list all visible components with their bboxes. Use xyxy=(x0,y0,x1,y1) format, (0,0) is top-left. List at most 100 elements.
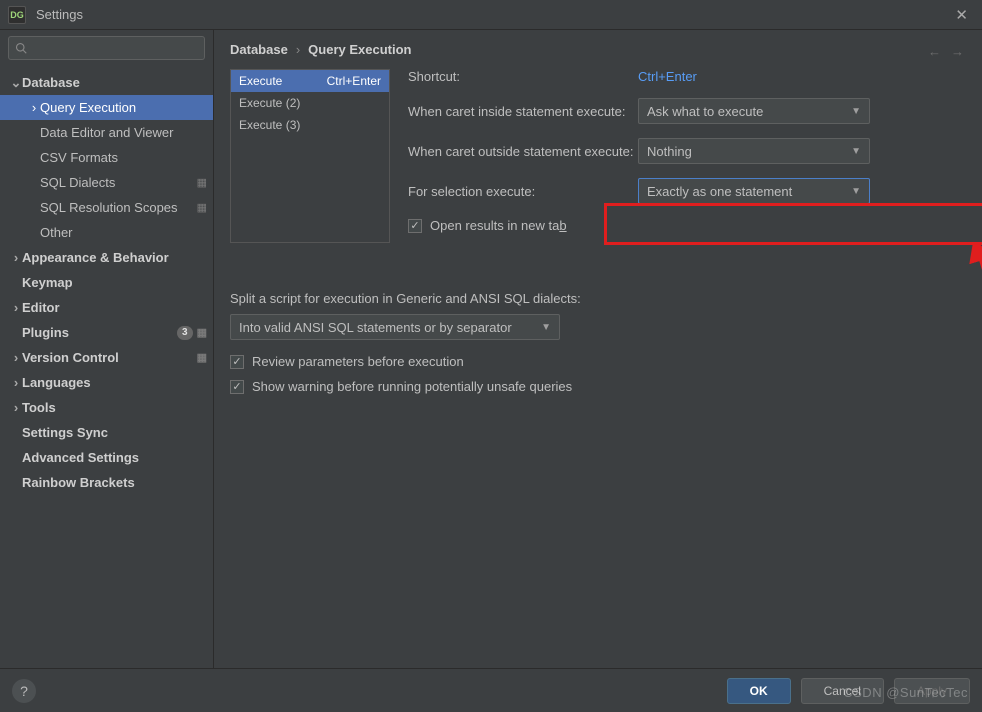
badge: 3 xyxy=(177,326,193,340)
execute-action-shortcut: Ctrl+Enter xyxy=(327,74,381,88)
project-scope-icon: ▦ xyxy=(197,326,207,339)
execute-action-label: Execute xyxy=(239,74,282,88)
execute-action-label: Execute (3) xyxy=(239,118,300,132)
cancel-button[interactable]: Cancel xyxy=(801,678,884,704)
title-bar: DG Settings ✕ xyxy=(0,0,982,30)
caret-outside-value: Nothing xyxy=(647,144,692,159)
sidebar-item-query-execution[interactable]: ›Query Execution xyxy=(0,95,213,120)
caret-inside-label: When caret inside statement execute: xyxy=(408,104,638,119)
check-icon: ✓ xyxy=(408,219,422,233)
sidebar-item-label: SQL Resolution Scopes xyxy=(40,200,193,215)
execute-action-row[interactable]: Execute Ctrl+Enter xyxy=(231,70,389,92)
app-icon: DG xyxy=(8,6,26,24)
project-scope-icon: ▦ xyxy=(197,201,207,214)
sidebar-item-tools[interactable]: ›Tools xyxy=(0,395,213,420)
sidebar-item-keymap[interactable]: Keymap xyxy=(0,270,213,295)
warn-unsafe-checkbox[interactable]: ✓ Show warning before running potentiall… xyxy=(230,379,966,394)
project-scope-icon: ▦ xyxy=(197,176,207,189)
sidebar-item-settings-sync[interactable]: Settings Sync xyxy=(0,420,213,445)
sidebar-item-csv-formats[interactable]: CSV Formats xyxy=(0,145,213,170)
sidebar-item-label: Settings Sync xyxy=(22,425,207,440)
chevron-down-icon: ▼ xyxy=(851,186,861,197)
sidebar-item-editor[interactable]: ›Editor xyxy=(0,295,213,320)
chevron-right-icon: › xyxy=(10,350,22,365)
breadcrumb: Database › Query Execution xyxy=(230,42,966,57)
chevron-right-icon: › xyxy=(10,375,22,390)
sidebar-item-data-editor-and-viewer[interactable]: Data Editor and Viewer xyxy=(0,120,213,145)
execute-action-row[interactable]: Execute (2) xyxy=(231,92,389,114)
sidebar-item-label: Advanced Settings xyxy=(22,450,207,465)
execute-action-row[interactable]: Execute (3) xyxy=(231,114,389,136)
sidebar-item-label: Plugins xyxy=(22,325,177,340)
execute-actions-list[interactable]: Execute Ctrl+Enter Execute (2) Execute (3) xyxy=(230,69,390,243)
selection-exec-value: Exactly as one statement xyxy=(647,184,792,199)
sidebar-item-label: SQL Dialects xyxy=(40,175,193,190)
caret-outside-select[interactable]: Nothing ▼ xyxy=(638,138,870,164)
sidebar-item-label: Query Execution xyxy=(40,100,207,115)
chevron-down-icon: ▼ xyxy=(541,322,551,333)
annotation-arrow xyxy=(969,245,982,395)
main-panel: Database › Query Execution ← → Execute Ct… xyxy=(214,30,982,668)
sidebar-item-label: CSV Formats xyxy=(40,150,207,165)
sidebar-item-advanced-settings[interactable]: Advanced Settings xyxy=(0,445,213,470)
dialog-footer: ? OK Cancel Apply xyxy=(0,668,982,712)
sidebar-item-languages[interactable]: ›Languages xyxy=(0,370,213,395)
shortcut-label: Shortcut: xyxy=(408,69,638,84)
project-scope-icon: ▦ xyxy=(197,351,207,364)
close-button[interactable]: ✕ xyxy=(949,6,974,24)
sidebar-item-database[interactable]: ⌄Database xyxy=(0,70,213,95)
sidebar-item-sql-dialects[interactable]: SQL Dialects ▦ xyxy=(0,170,213,195)
check-icon: ✓ xyxy=(230,355,244,369)
chevron-right-icon: › xyxy=(10,300,22,315)
breadcrumb-root[interactable]: Database xyxy=(230,42,288,57)
caret-inside-select[interactable]: Ask what to execute ▼ xyxy=(638,98,870,124)
nav-forward-icon[interactable]: → xyxy=(951,44,964,59)
sidebar-item-label: Data Editor and Viewer xyxy=(40,125,207,140)
chevron-down-icon: ▼ xyxy=(851,106,861,117)
execute-action-label: Execute (2) xyxy=(239,96,300,110)
sidebar-item-label: Languages xyxy=(22,375,207,390)
sidebar: ⌄Database›Query ExecutionData Editor and… xyxy=(0,30,214,668)
warn-unsafe-label: Show warning before running potentially … xyxy=(252,379,572,394)
caret-outside-label: When caret outside statement execute: xyxy=(408,144,638,159)
sidebar-item-label: Appearance & Behavior xyxy=(22,250,207,265)
selection-exec-select[interactable]: Exactly as one statement ▼ xyxy=(638,178,870,204)
apply-button[interactable]: Apply xyxy=(894,678,970,704)
split-script-label: Split a script for execution in Generic … xyxy=(230,291,966,306)
sidebar-item-sql-resolution-scopes[interactable]: SQL Resolution Scopes ▦ xyxy=(0,195,213,220)
review-params-label: Review parameters before execution xyxy=(252,354,464,369)
sidebar-item-label: Editor xyxy=(22,300,207,315)
nav-back-icon[interactable]: ← xyxy=(928,44,941,59)
split-script-value: Into valid ANSI SQL statements or by sep… xyxy=(239,320,512,335)
sidebar-item-label: Other xyxy=(40,225,207,240)
sidebar-item-version-control[interactable]: ›Version Control ▦ xyxy=(0,345,213,370)
search-icon xyxy=(15,42,27,54)
breadcrumb-sep: › xyxy=(296,42,300,57)
open-results-label: Open results in new tab xyxy=(430,218,567,233)
open-results-checkbox[interactable]: ✓ Open results in new tab xyxy=(408,218,966,233)
search-input[interactable] xyxy=(8,36,205,60)
sidebar-item-plugins[interactable]: Plugins3 ▦ xyxy=(0,320,213,345)
window-title: Settings xyxy=(36,7,949,22)
caret-inside-value: Ask what to execute xyxy=(647,104,763,119)
ok-button[interactable]: OK xyxy=(727,678,791,704)
spacer-icon: › xyxy=(28,100,40,115)
selection-exec-label: For selection execute: xyxy=(408,184,638,199)
sidebar-item-rainbow-brackets[interactable]: Rainbow Brackets xyxy=(0,470,213,495)
chevron-right-icon: › xyxy=(10,400,22,415)
sidebar-item-label: Version Control xyxy=(22,350,193,365)
shortcut-link[interactable]: Ctrl+Enter xyxy=(638,69,966,84)
chevron-right-icon: › xyxy=(10,250,22,265)
sidebar-item-label: Database xyxy=(22,75,207,90)
sidebar-item-label: Rainbow Brackets xyxy=(22,475,207,490)
chevron-down-icon: ▼ xyxy=(851,146,861,157)
sidebar-item-label: Keymap xyxy=(22,275,207,290)
help-button[interactable]: ? xyxy=(12,679,36,703)
breadcrumb-leaf: Query Execution xyxy=(308,42,411,57)
sidebar-item-other[interactable]: Other xyxy=(0,220,213,245)
review-params-checkbox[interactable]: ✓ Review parameters before execution xyxy=(230,354,966,369)
sidebar-item-appearance-behavior[interactable]: ›Appearance & Behavior xyxy=(0,245,213,270)
settings-tree[interactable]: ⌄Database›Query ExecutionData Editor and… xyxy=(0,66,213,668)
chevron-down-icon: ⌄ xyxy=(10,75,22,91)
split-script-select[interactable]: Into valid ANSI SQL statements or by sep… xyxy=(230,314,560,340)
